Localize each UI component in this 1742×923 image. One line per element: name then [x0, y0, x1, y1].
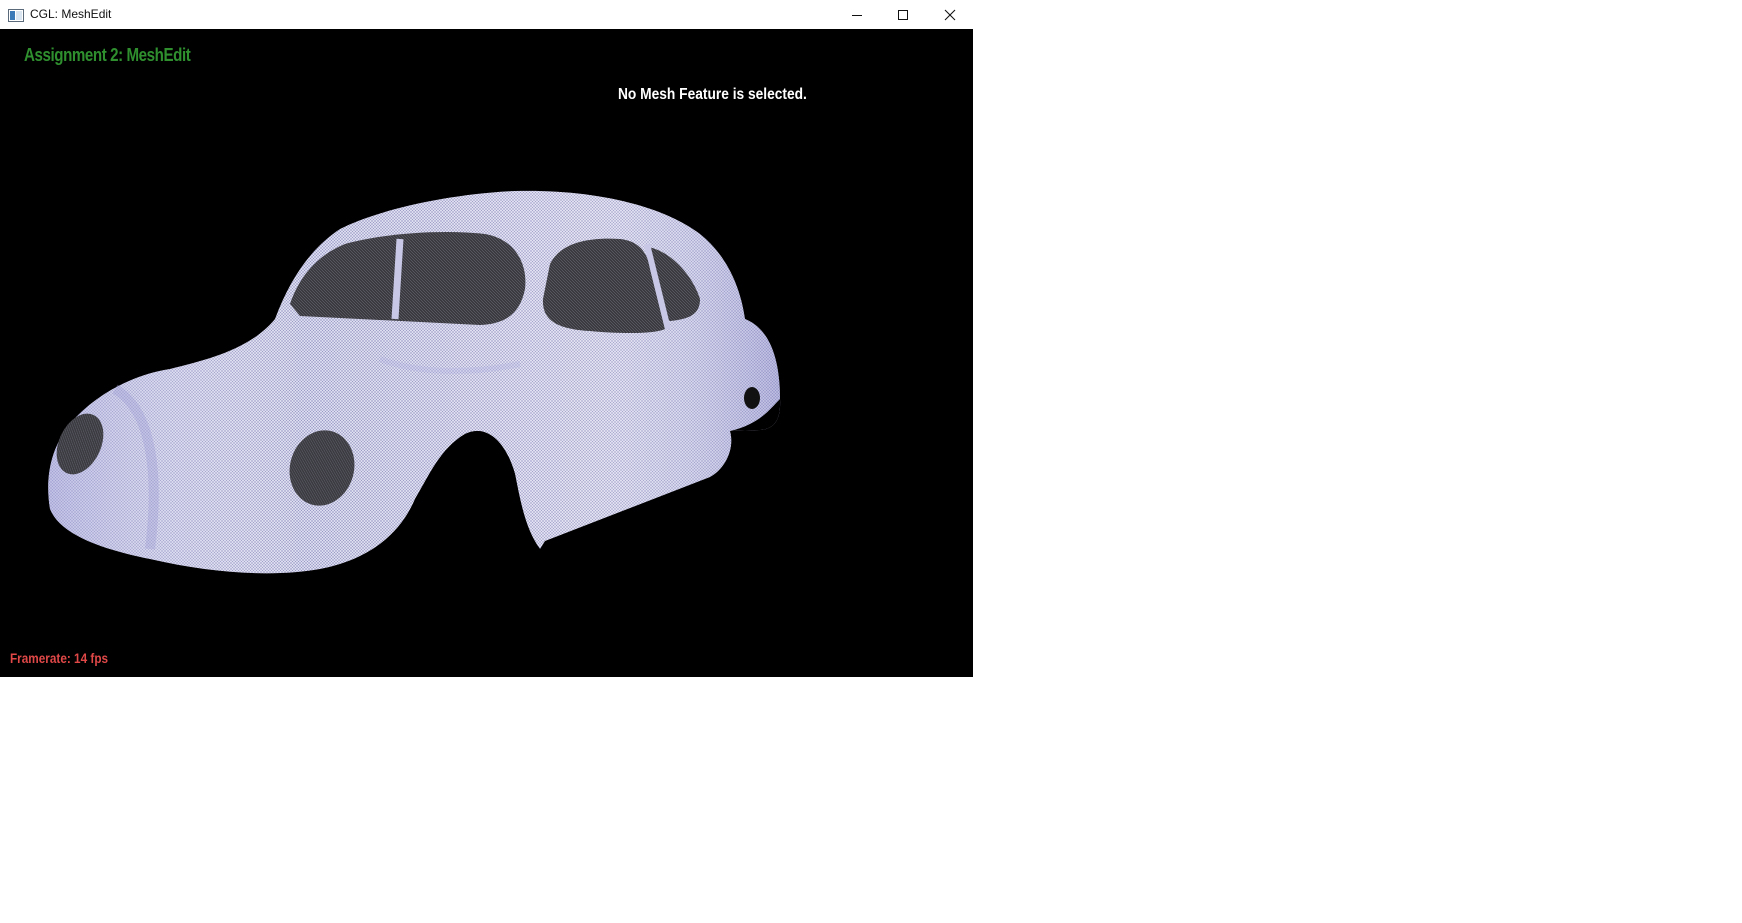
app-window: CGL: MeshEdit Assignment 2: MeshEdit No …	[0, 0, 973, 677]
app-window-icon	[8, 7, 24, 22]
selection-status: No Mesh Feature is selected.	[618, 86, 807, 103]
rear-light-hole	[744, 387, 760, 409]
assignment-title: Assignment 2: MeshEdit	[24, 45, 191, 65]
minimize-button[interactable]	[834, 0, 880, 29]
minimize-icon	[851, 9, 863, 21]
close-button[interactable]	[927, 0, 973, 29]
window-title: CGL: MeshEdit	[30, 7, 112, 21]
title-bar[interactable]: CGL: MeshEdit	[0, 0, 973, 30]
render-viewport[interactable]: Assignment 2: MeshEdit No Mesh Feature i…	[0, 29, 973, 677]
car-mesh[interactable]	[0, 29, 973, 677]
framerate-readout: Framerate: 14 fps	[10, 650, 109, 666]
close-icon	[944, 9, 956, 21]
maximize-icon	[897, 9, 909, 21]
maximize-button[interactable]	[880, 0, 926, 29]
